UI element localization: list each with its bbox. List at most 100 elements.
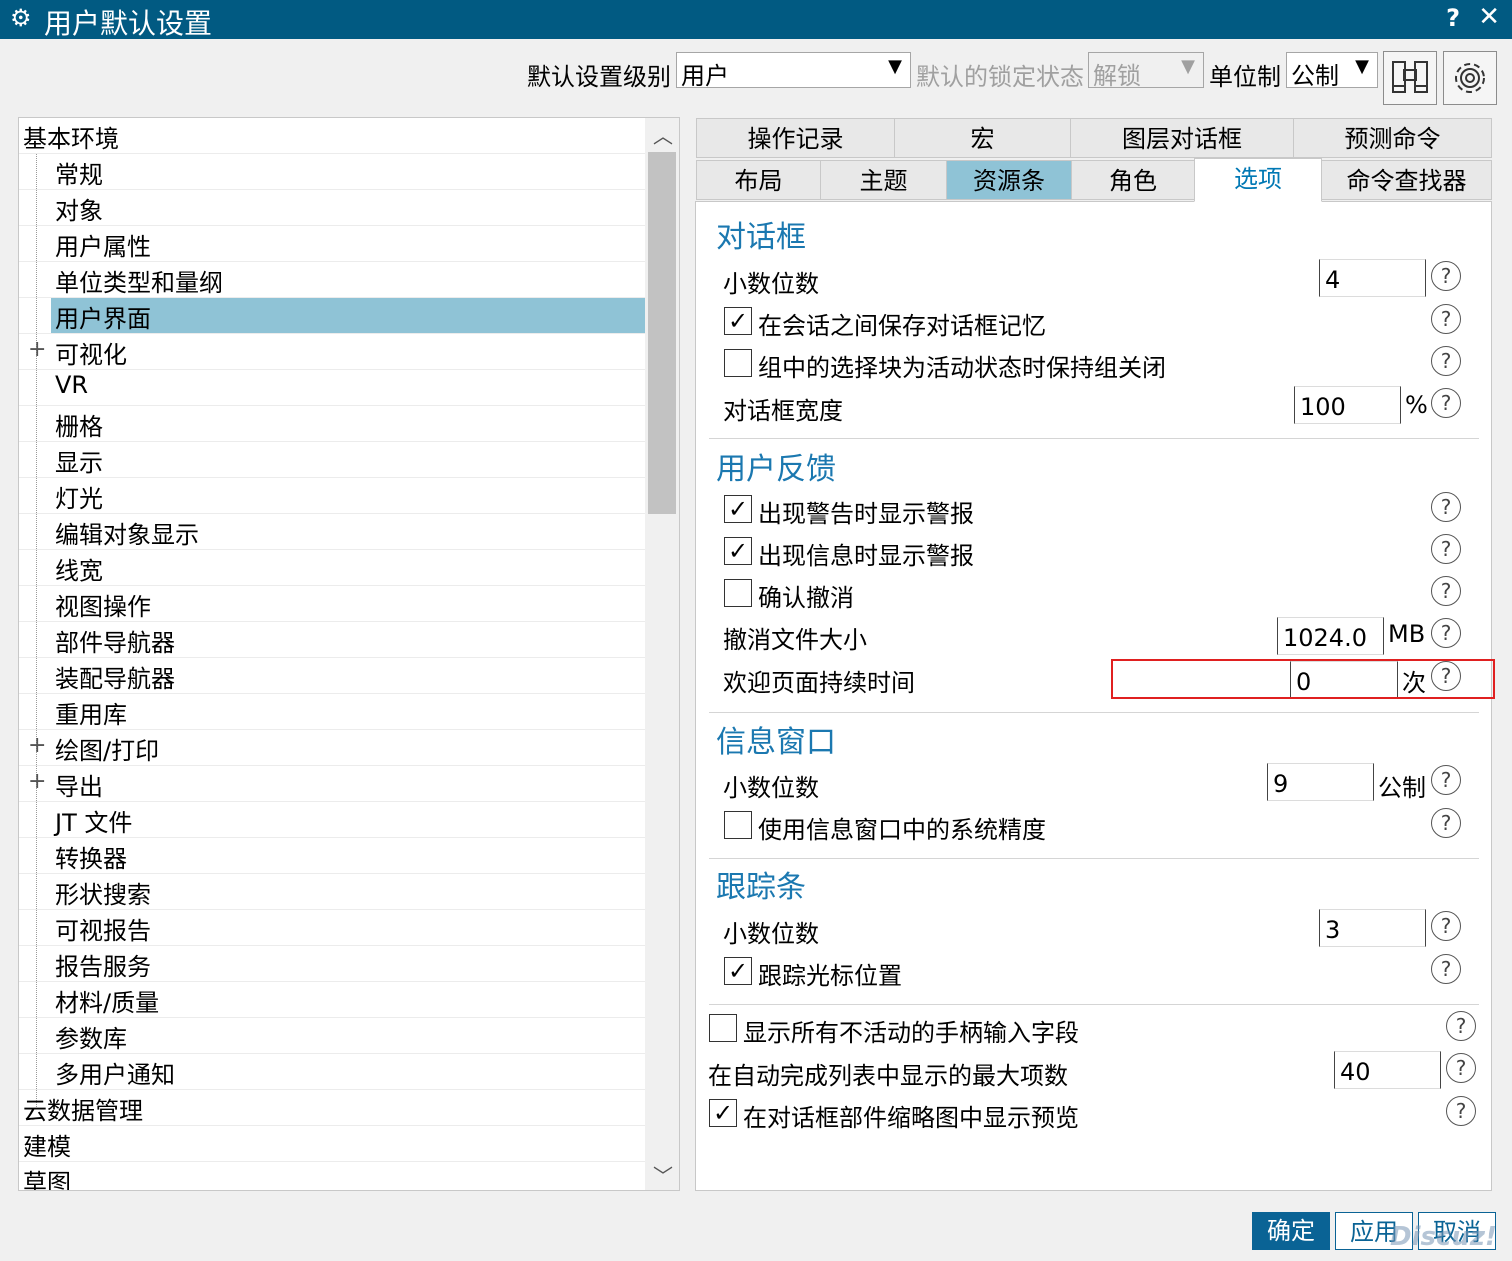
tree-scrollbar[interactable]: ︿ ﹀	[645, 118, 679, 1190]
tree-item[interactable]: 常规	[19, 154, 645, 190]
tree-item[interactable]: 基本环境	[19, 118, 645, 154]
expand-icon[interactable]: +	[28, 769, 46, 794]
help-icon[interactable]: ?	[1446, 1011, 1476, 1041]
tree-item[interactable]: 草图	[19, 1162, 645, 1190]
help-icon[interactable]: ?	[1431, 346, 1461, 376]
confirm-undo-checkbox[interactable]	[724, 579, 752, 607]
unit-select[interactable]: 公制 ▼	[1286, 52, 1378, 90]
close-button[interactable]: ✕	[1478, 2, 1500, 32]
help-icon[interactable]: ?	[1431, 808, 1461, 838]
tree-item-label: 对象	[55, 197, 103, 225]
help-icon[interactable]: ?	[1431, 534, 1461, 564]
warn-alert-checkbox[interactable]: ✓	[724, 495, 752, 523]
tree-item[interactable]: 装配导航器	[19, 658, 645, 694]
tree-item[interactable]: 重用库	[19, 694, 645, 730]
tree-item[interactable]: 编辑对象显示	[19, 514, 645, 550]
tree-item[interactable]: 视图操作	[19, 586, 645, 622]
tree-item[interactable]: 报告服务	[19, 946, 645, 982]
tree-item[interactable]: VR	[19, 370, 645, 406]
thumbnail-preview-checkbox[interactable]: ✓	[709, 1099, 737, 1127]
chevron-down-icon[interactable]: ﹀	[653, 1160, 673, 1189]
help-icon[interactable]: ?	[1446, 1096, 1476, 1126]
info-alert-checkbox[interactable]: ✓	[724, 537, 752, 565]
tree-item[interactable]: 材料/质量	[19, 982, 645, 1018]
save-memory-checkbox[interactable]: ✓	[724, 307, 752, 335]
help-icon[interactable]: ?	[1431, 765, 1461, 795]
expand-icon[interactable]: +	[28, 733, 46, 758]
info-decimals-input[interactable]: 9	[1267, 763, 1374, 801]
help-icon[interactable]: ?	[1431, 492, 1461, 522]
inactive-handles-checkbox[interactable]	[709, 1014, 737, 1042]
tree-item-label: 部件导航器	[55, 629, 175, 657]
tree-item-label: 可视化	[55, 341, 127, 369]
chevron-up-icon[interactable]: ︿	[653, 120, 673, 149]
tree-item[interactable]: 线宽	[19, 550, 645, 586]
scrollbar-thumb[interactable]	[648, 152, 676, 514]
tree-item[interactable]: + 绘图/打印	[19, 730, 645, 766]
tab-theme[interactable]: 主题	[820, 160, 947, 200]
help-icon[interactable]: ?	[1431, 618, 1461, 648]
track-cursor-checkbox[interactable]: ✓	[724, 957, 752, 985]
tracking-decimals-input[interactable]: 3	[1319, 909, 1426, 947]
settings-button[interactable]	[1443, 51, 1497, 105]
tree-item-label: 视图操作	[55, 593, 151, 621]
tab-options[interactable]: 选项	[1194, 158, 1322, 202]
tree-item-label: 参数库	[55, 1025, 127, 1053]
help-icon[interactable]: ?	[1431, 261, 1461, 291]
tab-macro[interactable]: 宏	[894, 118, 1071, 158]
dialog-width-input[interactable]: 100	[1294, 386, 1401, 424]
help-icon[interactable]: ?	[1431, 388, 1461, 418]
tree-item-label: 显示	[55, 449, 103, 477]
confirm-undo-label: 确认撤消	[758, 584, 854, 612]
tree-item[interactable]: 用户界面	[19, 298, 645, 334]
tree-item[interactable]: 形状搜索	[19, 874, 645, 910]
help-button[interactable]: ?	[1446, 4, 1460, 32]
dialog-decimals-input[interactable]: 4	[1319, 259, 1426, 297]
find-button[interactable]	[1383, 51, 1437, 105]
help-icon[interactable]: ?	[1431, 954, 1461, 984]
tree-item-label: 装配导航器	[55, 665, 175, 693]
tree-item-label: 编辑对象显示	[55, 521, 199, 549]
tree-item-label: JT 文件	[55, 809, 133, 837]
tree-item[interactable]: 转换器	[19, 838, 645, 874]
tab-resource-bar[interactable]: 资源条	[946, 160, 1072, 200]
tree-item[interactable]: 单位类型和量纲	[19, 262, 645, 298]
tree-item[interactable]: 可视报告	[19, 910, 645, 946]
autocomplete-max-input[interactable]: 40	[1334, 1051, 1441, 1089]
tab-layout[interactable]: 布局	[696, 160, 821, 200]
tree-item[interactable]: 对象	[19, 190, 645, 226]
help-icon[interactable]: ?	[1431, 576, 1461, 606]
help-icon[interactable]: ?	[1431, 911, 1461, 941]
level-select[interactable]: 用户 ▼	[676, 52, 911, 90]
tree-item[interactable]: 灯光	[19, 478, 645, 514]
tab-journal[interactable]: 操作记录	[696, 118, 895, 158]
tree-item[interactable]: 栅格	[19, 406, 645, 442]
info-alert-label: 出现信息时显示警报	[758, 542, 974, 570]
help-icon[interactable]: ?	[1446, 1053, 1476, 1083]
tree-item-label: 多用户通知	[55, 1061, 175, 1089]
tree-item-label: 报告服务	[55, 953, 151, 981]
tab-layer-dialog[interactable]: 图层对话框	[1070, 118, 1294, 158]
tree-item[interactable]: 建模	[19, 1126, 645, 1162]
tree-item[interactable]: + 导出	[19, 766, 645, 802]
tree-item[interactable]: + 可视化	[19, 334, 645, 370]
expand-icon[interactable]: +	[28, 337, 46, 362]
inactive-handles-label: 显示所有不活动的手柄输入字段	[743, 1019, 1079, 1047]
tree-item[interactable]: JT 文件	[19, 802, 645, 838]
feedback-group-title: 用户反馈	[716, 452, 836, 487]
category-tree: 基本环境 常规对象 用户属性 单位类型和量纲 用户界面 + 可视化 VR 栅格显示 灯光编辑对象显…	[18, 117, 680, 1191]
tab-command-finder[interactable]: 命令查找器	[1321, 160, 1492, 200]
tab-role[interactable]: 角色	[1071, 160, 1195, 200]
tree-item[interactable]: 参数库	[19, 1018, 645, 1054]
undo-size-input[interactable]: 1024.0	[1277, 617, 1384, 655]
tree-item[interactable]: 用户属性	[19, 226, 645, 262]
keep-group-closed-checkbox[interactable]	[724, 349, 752, 377]
tree-item[interactable]: 云数据管理	[19, 1090, 645, 1126]
tree-item[interactable]: 部件导航器	[19, 622, 645, 658]
help-icon[interactable]: ?	[1431, 304, 1461, 334]
tree-item[interactable]: 显示	[19, 442, 645, 478]
system-precision-checkbox[interactable]	[724, 811, 752, 839]
tree-item[interactable]: 多用户通知	[19, 1054, 645, 1090]
ok-button[interactable]: 确定	[1252, 1212, 1330, 1250]
tab-predictive-commands[interactable]: 预测命令	[1293, 118, 1492, 158]
